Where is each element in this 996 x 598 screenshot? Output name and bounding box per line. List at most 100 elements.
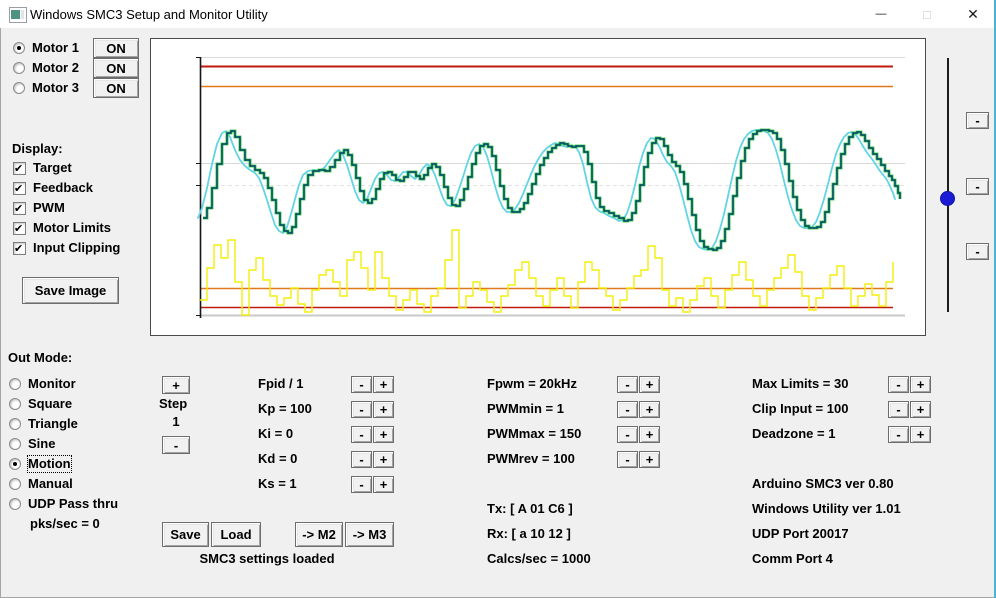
udp-port-text: UDP Port 20017 [752,526,849,542]
ki-value: Ki = 0 [258,426,293,442]
max-limits-minus-button[interactable]: - [888,376,909,393]
deadzone-value: Deadzone = 1 [752,426,835,442]
pwm-checkbox-label: PWM [33,200,65,216]
calcs-per-sec: Calcs/sec = 1000 [487,551,591,567]
ki-minus-button[interactable]: - [351,426,372,443]
fpid-plus-button[interactable]: + [373,376,394,393]
copy-to-m3-button[interactable]: -> M3 [345,522,394,547]
scale-minus-button-1[interactable]: - [966,112,989,129]
pwmmin-plus-button[interactable]: + [639,401,660,418]
motor-3-on-button[interactable]: ON [93,78,139,98]
step-label: Step [159,396,187,412]
out-mode-triangle-label: Triangle [28,416,78,432]
out-mode-sine-label: Sine [28,436,55,452]
pwmmin-value: PWMmin = 1 [487,401,564,417]
motor-1-radio[interactable] [13,42,25,54]
out-mode-monitor-radio[interactable] [9,378,21,390]
clip-input-minus-button[interactable]: - [888,401,909,418]
max-limits-plus-button[interactable]: + [910,376,931,393]
comm-port-text: Comm Port 4 [752,551,833,567]
out-mode-motion-radio[interactable] [9,458,21,470]
pwmrev-minus-button[interactable]: - [617,451,638,468]
utility-version-text: Windows Utility ver 1.01 [752,501,901,517]
out-mode-section-label: Out Mode: [8,350,72,366]
out-mode-motion-label: Motion [28,456,71,472]
target-checkbox-label: Target [33,160,72,176]
input-clipping-checkbox[interactable] [13,242,26,255]
close-button[interactable]: ✕ [950,0,996,28]
out-mode-udp-label: UDP Pass thru [28,496,118,512]
step-minus-button[interactable]: - [162,436,190,454]
settings-status-text: SMC3 settings loaded [162,551,372,566]
pks-per-sec-value: pks/sec = 0 [30,516,100,532]
fpwm-minus-button[interactable]: - [617,376,638,393]
kp-minus-button[interactable]: - [351,401,372,418]
motor-2-on-button[interactable]: ON [93,58,139,78]
pwmmax-plus-button[interactable]: + [639,426,660,443]
motor-limits-checkbox[interactable] [13,222,26,235]
out-mode-udp-radio[interactable] [9,498,21,510]
kd-minus-button[interactable]: - [351,451,372,468]
deadzone-minus-button[interactable]: - [888,426,909,443]
fpid-value: Fpid / 1 [258,376,304,392]
kd-plus-button[interactable]: + [373,451,394,468]
motor-1-label: Motor 1 [32,40,79,56]
vertical-slider-track[interactable] [947,58,949,312]
target-checkbox[interactable] [13,162,26,175]
out-mode-monitor-label: Monitor [28,376,76,392]
scale-minus-button-3[interactable]: - [966,243,989,260]
out-mode-manual-label: Manual [28,476,73,492]
motor-1-on-button[interactable]: ON [93,38,139,58]
kp-plus-button[interactable]: + [373,401,394,418]
minimize-button[interactable]: — [858,0,904,28]
motor-2-radio[interactable] [13,62,25,74]
out-mode-sine-radio[interactable] [9,438,21,450]
step-plus-button[interactable]: + [162,376,190,394]
pwmmin-minus-button[interactable]: - [617,401,638,418]
max-limits-value: Max Limits = 30 [752,376,848,392]
ks-minus-button[interactable]: - [351,476,372,493]
out-mode-square-radio[interactable] [9,398,21,410]
ki-plus-button[interactable]: + [373,426,394,443]
app-window: Windows SMC3 Setup and Monitor Utility —… [0,0,996,598]
arduino-version-text: Arduino SMC3 ver 0.80 [752,476,894,492]
pwmmax-minus-button[interactable]: - [617,426,638,443]
kd-value: Kd = 0 [258,451,297,467]
pwm-checkbox[interactable] [13,202,26,215]
out-mode-manual-radio[interactable] [9,478,21,490]
clip-input-value: Clip Input = 100 [752,401,848,417]
feedback-checkbox[interactable] [13,182,26,195]
pwmrev-value: PWMrev = 100 [487,451,575,467]
app-icon [9,7,27,23]
input-clipping-checkbox-label: Input Clipping [33,240,120,256]
motor-3-radio[interactable] [13,82,25,94]
motor-3-label: Motor 3 [32,80,79,96]
pwmmax-value: PWMmax = 150 [487,426,581,442]
fpwm-plus-button[interactable]: + [639,376,660,393]
scale-minus-button-2[interactable]: - [966,178,989,195]
clip-input-plus-button[interactable]: + [910,401,931,418]
window-title: Windows SMC3 Setup and Monitor Utility [30,7,268,22]
pwmrev-plus-button[interactable]: + [639,451,660,468]
copy-to-m2-button[interactable]: -> M2 [295,522,343,547]
waveform-chart [150,38,926,336]
ks-plus-button[interactable]: + [373,476,394,493]
fpid-minus-button[interactable]: - [351,376,372,393]
save-settings-button[interactable]: Save [162,522,209,547]
motor-limits-checkbox-label: Motor Limits [33,220,111,236]
display-section-label: Display: [12,141,63,157]
save-image-button[interactable]: Save Image [22,277,119,304]
tx-status: Tx: [ A 01 C6 ] [487,501,573,517]
deadzone-plus-button[interactable]: + [910,426,931,443]
load-settings-button[interactable]: Load [211,522,261,547]
kp-value: Kp = 100 [258,401,312,417]
rx-status: Rx: [ a 10 12 ] [487,526,571,542]
step-value: 1 [162,414,190,430]
fpwm-value: Fpwm = 20kHz [487,376,577,392]
out-mode-square-label: Square [28,396,72,412]
motor-2-label: Motor 2 [32,60,79,76]
out-mode-triangle-radio[interactable] [9,418,21,430]
maximize-button: □ [904,0,950,28]
feedback-checkbox-label: Feedback [33,180,93,196]
vertical-slider-thumb[interactable] [940,191,955,206]
